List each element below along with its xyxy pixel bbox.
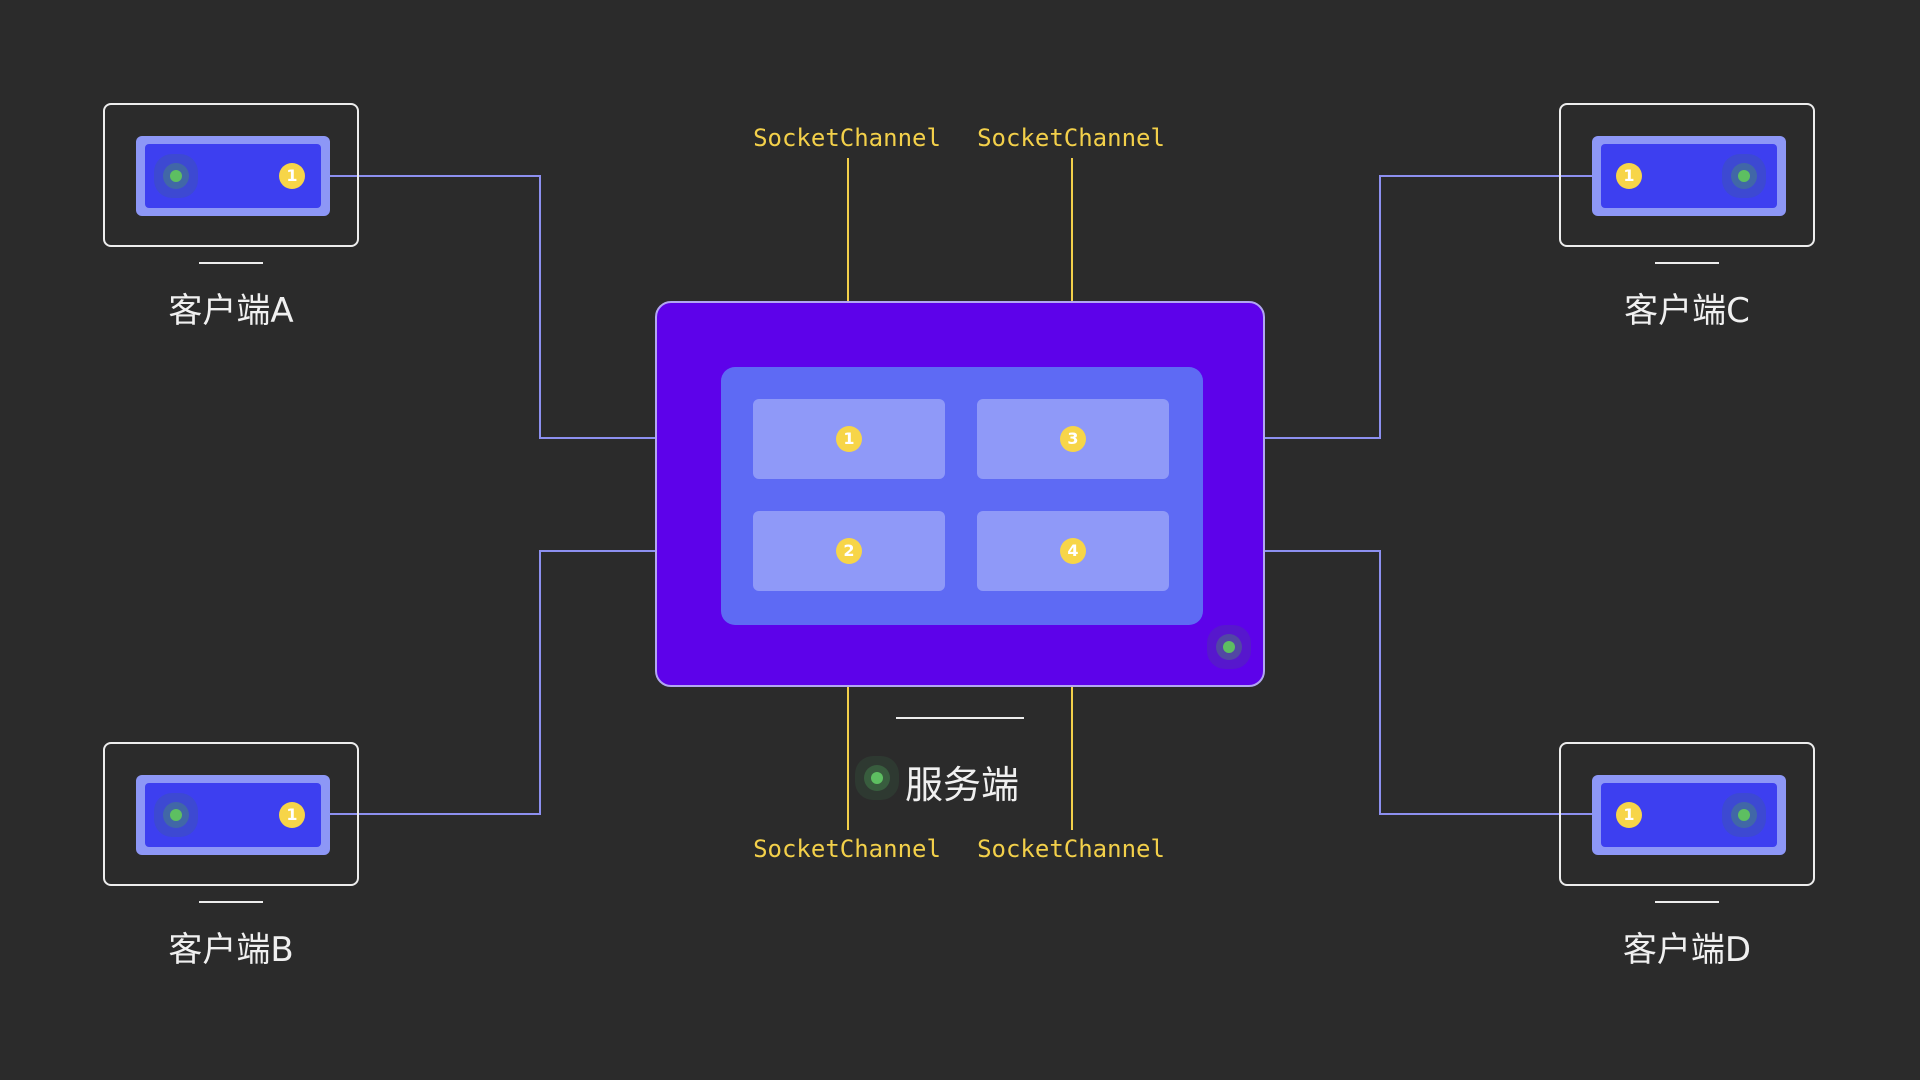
client-b-monitor: 1 xyxy=(103,742,359,886)
client-d-label: 客户端D xyxy=(1622,930,1752,970)
client-screen-inner: 1 xyxy=(1601,783,1777,847)
socketchannel-label: SocketChannel xyxy=(753,835,941,863)
channel-badge-2: 2 xyxy=(836,538,862,564)
client-badge: 1 xyxy=(279,163,305,189)
client-status-dot-icon xyxy=(170,809,182,821)
channel-badge-3: 3 xyxy=(1060,426,1086,452)
client-a-monitor: 1 xyxy=(103,103,359,247)
server-divider xyxy=(896,717,1024,719)
client-screen: 1 xyxy=(136,136,330,216)
channel-badge-1: 1 xyxy=(836,426,862,452)
client-c-monitor: 1 xyxy=(1559,103,1815,247)
client-badge: 1 xyxy=(279,802,305,828)
client-screen: 1 xyxy=(1592,775,1786,855)
client-screen-inner: 1 xyxy=(145,144,321,208)
server-label: 服务端 xyxy=(905,763,1020,807)
channel-badge-4: 4 xyxy=(1060,538,1086,564)
client-divider xyxy=(1655,262,1719,264)
client-divider xyxy=(1655,901,1719,903)
client-divider xyxy=(199,262,263,264)
client-badge: 1 xyxy=(1616,163,1642,189)
socketchannel-label: SocketChannel xyxy=(977,124,1165,152)
channel-2: 2 xyxy=(753,511,945,591)
client-b-label: 客户端B xyxy=(168,930,294,970)
client-screen-inner: 1 xyxy=(145,783,321,847)
client-c-label: 客户端C xyxy=(1624,291,1750,331)
server-channel-panel: 1 3 2 4 xyxy=(721,367,1203,625)
client-screen: 1 xyxy=(136,775,330,855)
client-screen: 1 xyxy=(1592,136,1786,216)
client-status-dot-icon xyxy=(170,170,182,182)
socketchannel-label: SocketChannel xyxy=(977,835,1165,863)
client-divider xyxy=(199,901,263,903)
server-status-icon xyxy=(871,772,883,784)
channel-3: 3 xyxy=(977,399,1169,479)
client-screen-inner: 1 xyxy=(1601,144,1777,208)
server-status-dot-icon xyxy=(1223,641,1235,653)
client-a-label: 客户端A xyxy=(168,291,294,331)
socketchannel-label: SocketChannel xyxy=(753,124,941,152)
server-box: 1 3 2 4 xyxy=(655,301,1265,687)
channel-4: 4 xyxy=(977,511,1169,591)
client-status-dot-icon xyxy=(1738,170,1750,182)
channel-1: 1 xyxy=(753,399,945,479)
client-d-monitor: 1 xyxy=(1559,742,1815,886)
client-badge: 1 xyxy=(1616,802,1642,828)
client-status-dot-icon xyxy=(1738,809,1750,821)
